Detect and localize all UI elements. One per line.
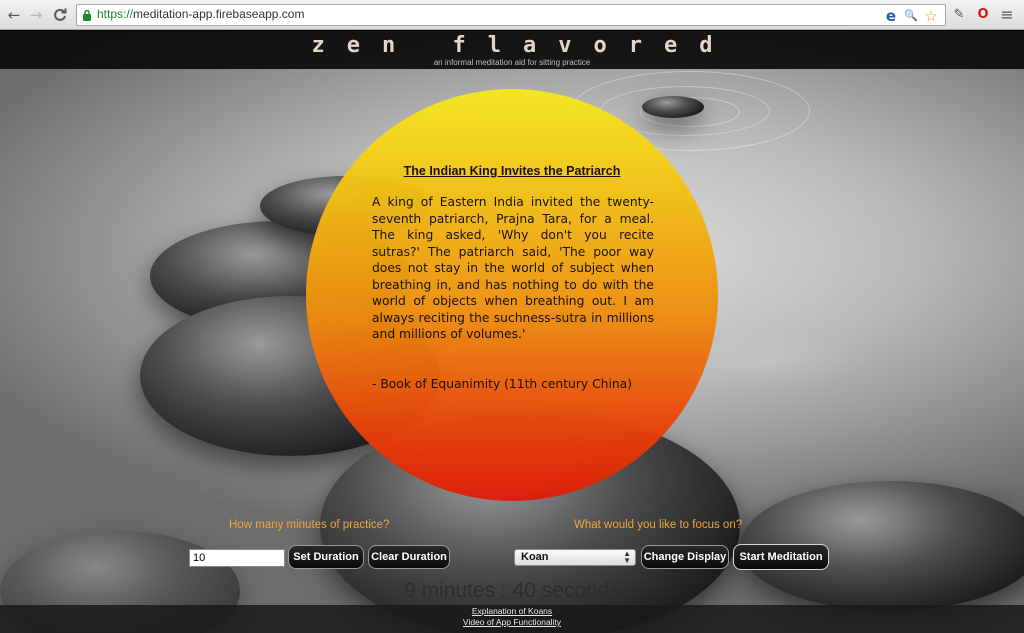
start-meditation-button[interactable]: Start Meditation xyxy=(733,544,829,570)
explanation-of-koans-link[interactable]: Explanation of Koans xyxy=(0,606,1024,616)
url-scheme: https:// xyxy=(97,7,134,21)
clear-duration-button[interactable]: Clear Duration xyxy=(368,545,450,569)
site-tagline: an informal meditation aid for sitting p… xyxy=(433,58,591,67)
ie-tab-icon[interactable]: e xyxy=(883,8,899,24)
countdown-timer: 9 minutes : 40 seconds xyxy=(404,579,620,602)
focus-prompt-label: What would you like to focus on? xyxy=(574,519,743,531)
lock-icon xyxy=(83,9,91,21)
back-arrow-icon[interactable]: ← xyxy=(4,5,24,25)
address-bar[interactable]: https://meditation-app.firebaseapp.com e… xyxy=(76,4,946,26)
koan-title: The Indian King Invites the Patriarch xyxy=(403,164,621,178)
minutes-prompt-label: How many minutes of practice? xyxy=(229,519,390,531)
focus-select-value: Koan xyxy=(521,551,549,563)
focus-select[interactable]: Koan ▲ ▼ xyxy=(514,549,636,566)
bookmark-star-icon[interactable]: ☆ xyxy=(923,8,939,24)
reload-icon[interactable] xyxy=(50,5,70,25)
browser-toolbar: ← → https://meditation-app.firebaseapp.c… xyxy=(0,0,1024,30)
eyedropper-extension-icon[interactable]: ✎ xyxy=(950,6,968,24)
page-background: zen flavored an informal meditation aid … xyxy=(0,31,1024,633)
duration-input[interactable]: 10 xyxy=(189,549,285,567)
select-arrows-icon: ▲ ▼ xyxy=(623,549,631,565)
video-of-app-link[interactable]: Video of App Functionality xyxy=(0,617,1024,627)
site-title: zen flavored xyxy=(311,33,735,58)
forward-arrow-icon[interactable]: → xyxy=(26,5,46,25)
url-host: meditation-app.firebaseapp.com xyxy=(133,7,305,21)
koan-text: A king of Eastern India invited the twen… xyxy=(372,195,654,341)
menu-icon[interactable]: ≡ xyxy=(998,6,1016,24)
opera-extension-icon[interactable]: O xyxy=(974,6,992,24)
zoom-icon[interactable]: 🔍 xyxy=(903,8,919,24)
koan-source: - Book of Equanimity (11th century China… xyxy=(372,377,633,391)
change-display-button[interactable]: Change Display xyxy=(641,545,729,569)
stone-image xyxy=(642,96,704,118)
set-duration-button[interactable]: Set Duration xyxy=(288,545,364,569)
url-text: https://meditation-app.firebaseapp.com xyxy=(97,7,304,21)
